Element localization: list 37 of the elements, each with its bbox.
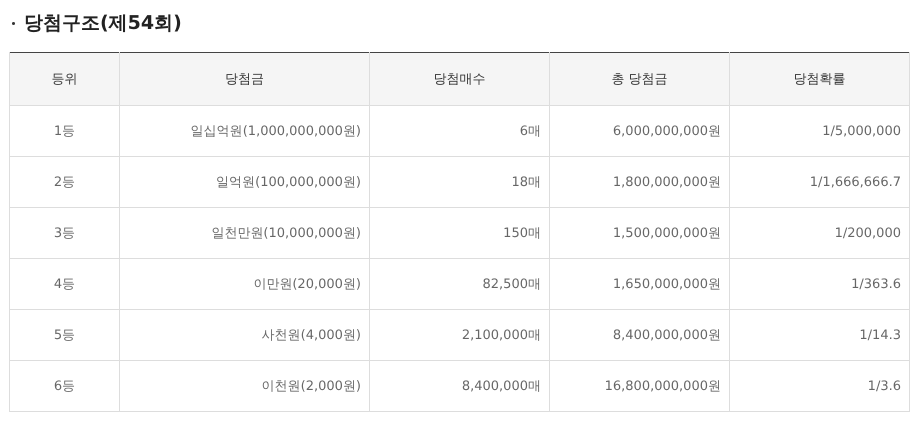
table-cell: 2,100,000매 [370, 310, 550, 360]
table-cell: 1/14.3 [730, 310, 910, 360]
table-cell: 이만원(20,000원) [120, 258, 370, 310]
table-cell: 18매 [370, 156, 550, 208]
column-header: 당첨금 [120, 52, 370, 106]
table-cell: 일십억원(1,000,000,000원) [120, 106, 370, 156]
table-cell: 1등 [10, 106, 120, 156]
table-cell: 6등 [10, 360, 120, 412]
table-cell: 4등 [10, 258, 120, 310]
table-cell: 6,000,000,000원 [550, 106, 730, 156]
table-cell: 1/1,666,666.7 [730, 156, 910, 208]
table-cell: 82,500매 [370, 258, 550, 310]
table-cell: 1/363.6 [730, 258, 910, 310]
table-cell: 8,400,000,000원 [550, 310, 730, 360]
table-cell: 5등 [10, 310, 120, 360]
column-header: 총 당첨금 [550, 52, 730, 106]
table-cell: 1/200,000 [730, 208, 910, 258]
column-header: 당첨확률 [730, 52, 910, 106]
table-cell: 1,650,000,000원 [550, 258, 730, 310]
table-cell: 3등 [10, 208, 120, 258]
bullet-icon [12, 22, 15, 24]
table-cell: 1/3.6 [730, 360, 910, 412]
section-title: 당첨구조(제54회) [24, 11, 182, 36]
table-cell: 2등 [10, 156, 120, 208]
column-header: 당첨매수 [370, 52, 550, 106]
table-cell: 일천만원(10,000,000원) [120, 208, 370, 258]
table-cell: 1,500,000,000원 [550, 208, 730, 258]
table-cell: 150매 [370, 208, 550, 258]
table-cell: 이천원(2,000원) [120, 360, 370, 412]
table-cell: 6매 [370, 106, 550, 156]
table-cell: 일억원(100,000,000원) [120, 156, 370, 208]
table-cell: 8,400,000매 [370, 360, 550, 412]
column-header: 등위 [10, 52, 120, 106]
table-cell: 16,800,000,000원 [550, 360, 730, 412]
table-cell: 1/5,000,000 [730, 106, 910, 156]
table-cell: 1,800,000,000원 [550, 156, 730, 208]
table-cell: 사천원(4,000원) [120, 310, 370, 360]
